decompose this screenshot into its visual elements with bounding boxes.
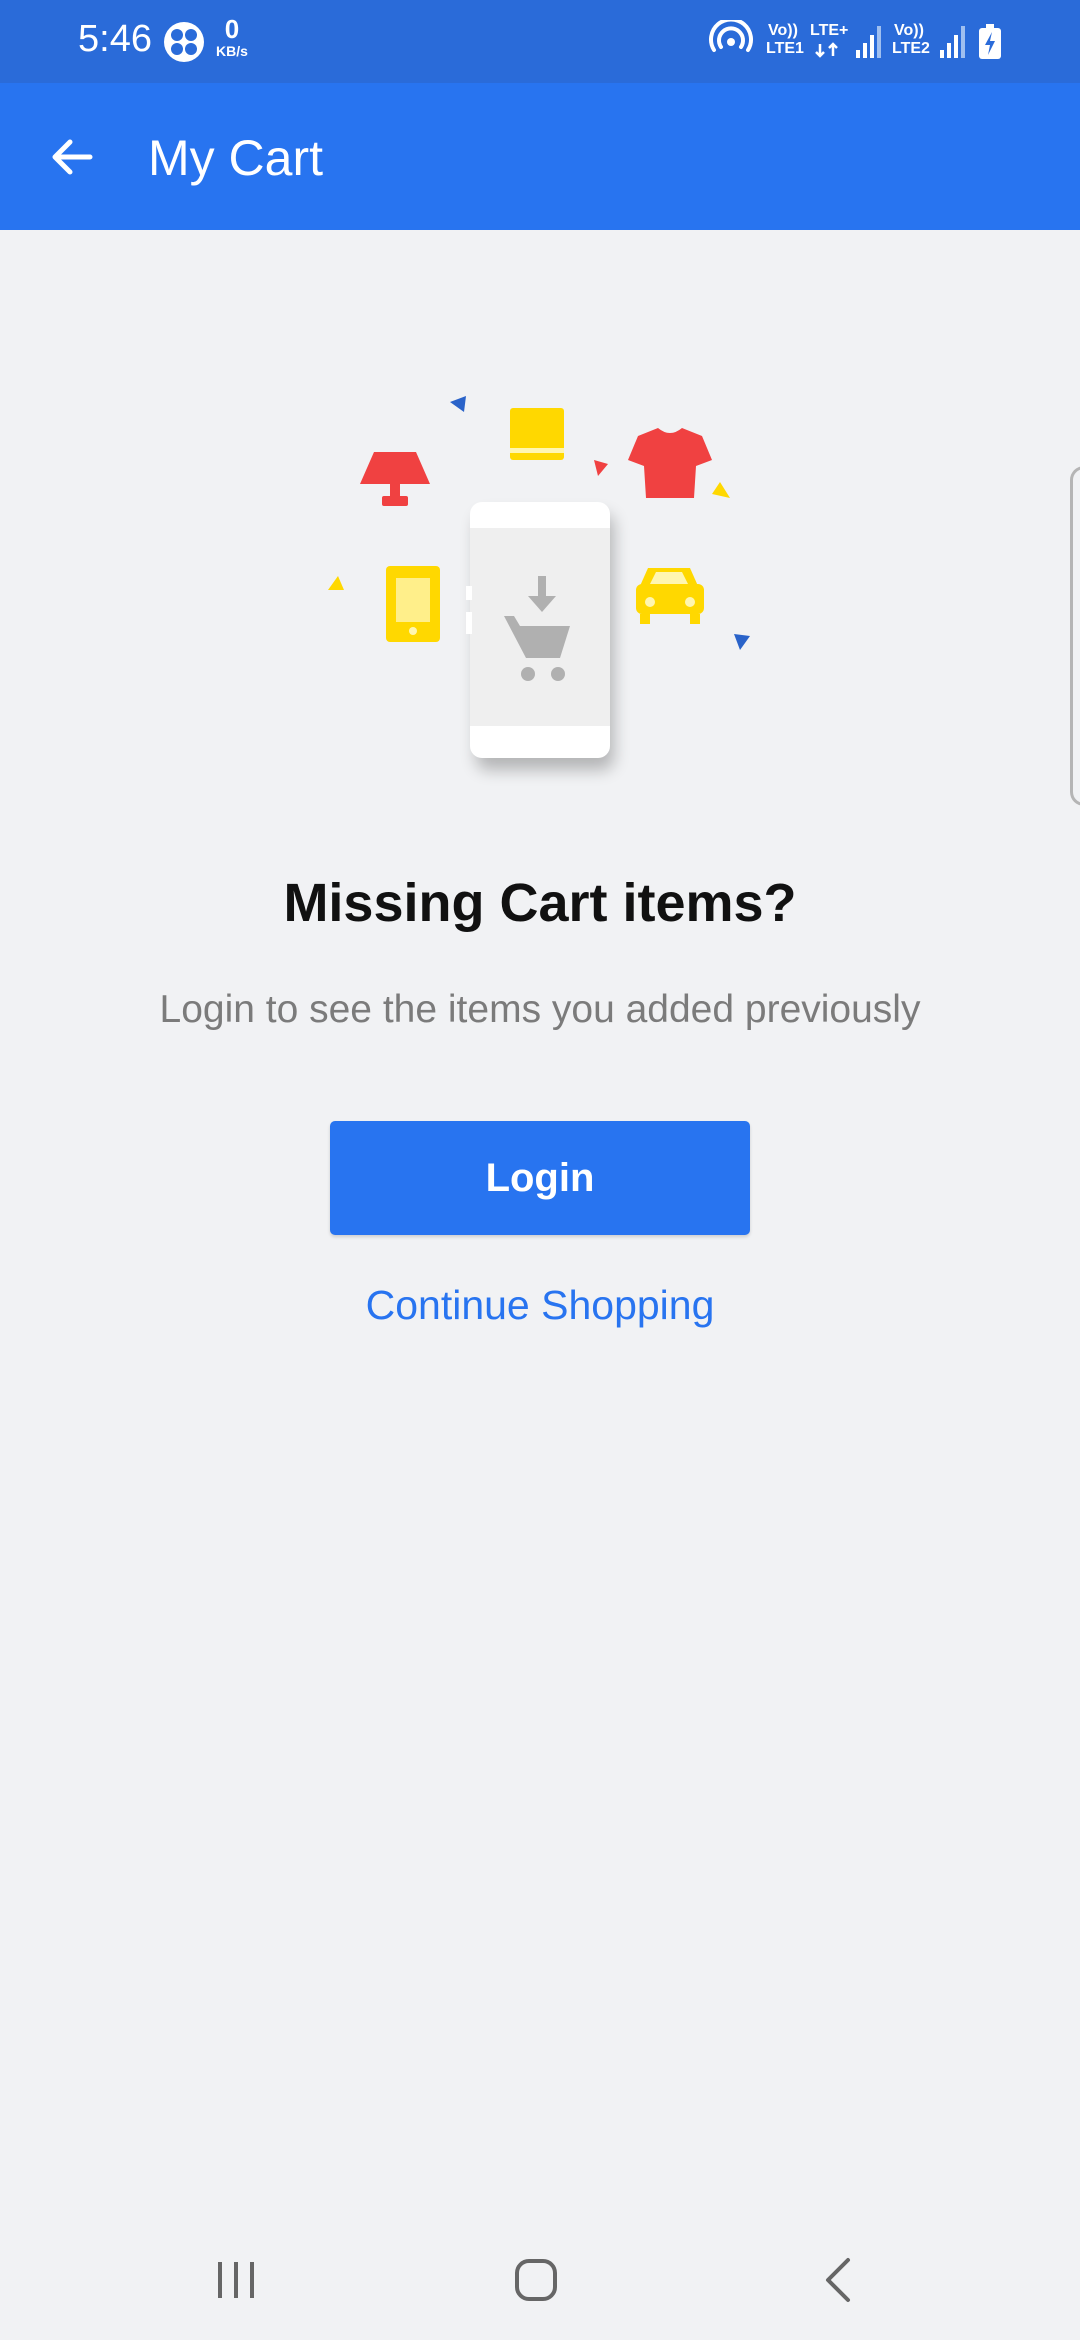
back-icon[interactable] — [810, 2250, 870, 2310]
signal-icon — [856, 26, 881, 58]
data-activity-icon — [815, 42, 838, 58]
triangle-decoration — [450, 396, 466, 412]
sim2-volte-label: Vo)) — [894, 22, 924, 39]
sim2-lte-label: LTE2 — [892, 40, 930, 57]
page-title: My Cart — [148, 130, 323, 186]
recents-icon[interactable] — [206, 2250, 266, 2310]
arrow-left-icon — [52, 139, 93, 175]
battery-charging-icon — [979, 24, 1001, 59]
mobile-icon — [386, 566, 440, 642]
continue-shopping-label: Continue Shopping — [365, 1282, 715, 1328]
status-icons: Vo)) LTE1 LTE+ Vo)) LTE2 — [0, 0, 1080, 83]
sim1-volte-label: Vo)) — [768, 22, 798, 39]
triangle-decoration — [712, 482, 730, 498]
login-button[interactable]: Login — [330, 1121, 750, 1235]
triangle-decoration — [328, 576, 344, 590]
hotspot-icon — [709, 20, 753, 52]
continue-shopping-link[interactable]: Continue Shopping — [0, 1282, 1080, 1329]
car-icon — [636, 568, 704, 624]
system-nav-bar — [0, 2220, 1080, 2340]
app-bar: My Cart — [0, 83, 1080, 230]
home-icon[interactable] — [506, 2250, 566, 2310]
book-icon — [510, 408, 564, 460]
tshirt-icon — [628, 428, 712, 498]
sim1-lteplus-label: LTE+ — [810, 22, 849, 39]
status-bar: 5:46 0 KB/s Vo)) LTE1 LTE+ Vo)) LTE2 — [0, 0, 1080, 83]
sim1-lte-label: LTE1 — [766, 40, 804, 57]
signal-icon — [940, 26, 965, 58]
triangle-decoration — [734, 634, 750, 650]
lamp-icon — [360, 452, 430, 506]
edge-panel-handle[interactable] — [1070, 466, 1080, 806]
triangle-decoration — [594, 460, 608, 476]
empty-state-subtitle: Login to see the items you added previou… — [159, 988, 921, 1031]
empty-state-title: Missing Cart items? — [283, 873, 797, 933]
back-button[interactable] — [36, 121, 108, 193]
cart-phone-illustration — [328, 396, 750, 770]
